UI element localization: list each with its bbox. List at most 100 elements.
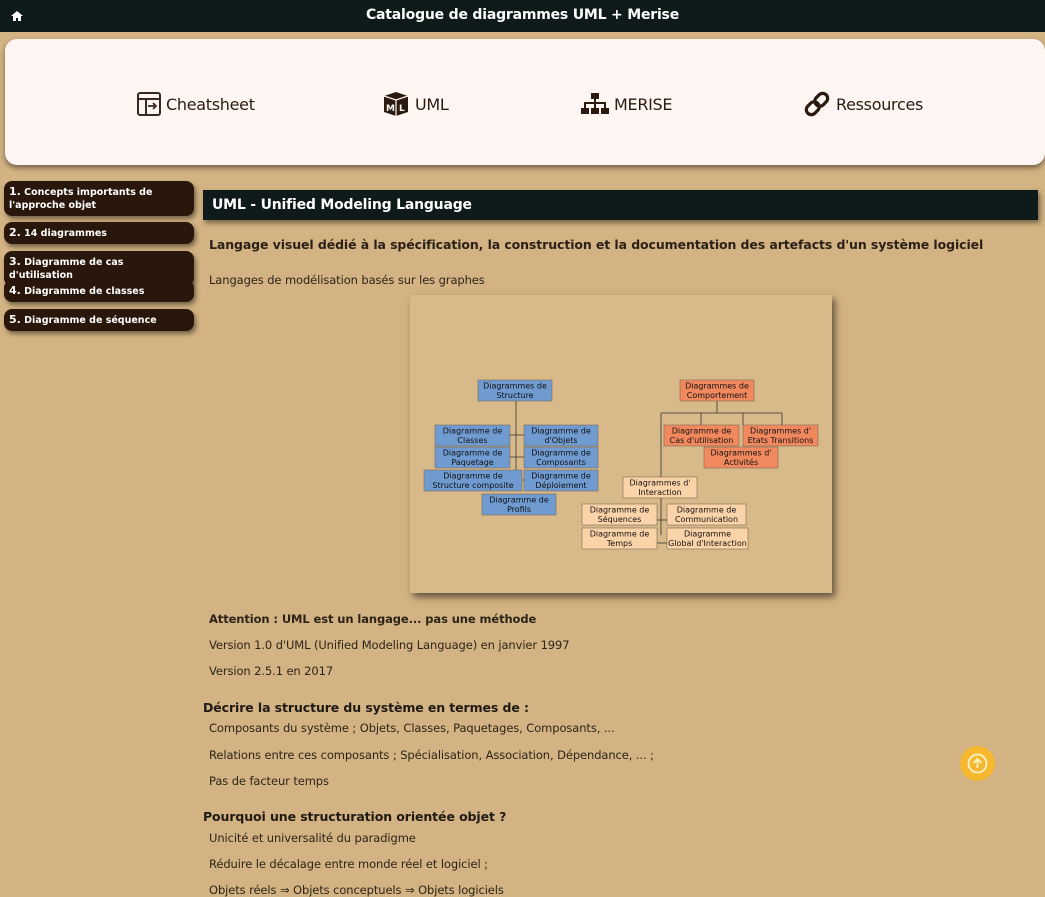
diagram-node-comportement: Diagrammes deComportement (679, 379, 755, 402)
svg-text:Diagramme de: Diagramme de (531, 449, 591, 458)
diagram-node-profils: Diagramme deProfils (481, 493, 557, 516)
nav-uml[interactable]: M L UML (381, 90, 449, 118)
why-item: Objets réels ⇒ Objets conceptuels ⇒ Obje… (209, 883, 504, 897)
sidebar-item-number: 1. (9, 185, 21, 198)
svg-text:Diagramme de: Diagramme de (531, 472, 591, 481)
nav-uml-label: UML (415, 94, 449, 114)
svg-text:Classes: Classes (457, 436, 487, 445)
attention-text: Attention : UML est un langage... pas un… (209, 612, 537, 626)
svg-text:Diagramme de: Diagramme de (590, 506, 650, 515)
svg-text:Structure: Structure (496, 391, 533, 400)
structure-item: Composants du système ; Objets, Classes,… (209, 721, 615, 735)
svg-text:Diagrammes d': Diagrammes d' (629, 479, 690, 488)
diagram-node-temps: Diagramme deTemps (581, 527, 658, 550)
nav-ressources[interactable]: Ressources (802, 90, 923, 118)
diagram-node-classes: Diagramme deClasses (434, 424, 511, 447)
app-title: Catalogue de diagrammes UML + Merise (365, 7, 679, 23)
svg-text:L: L (399, 104, 405, 114)
svg-text:Diagramme de: Diagramme de (443, 472, 503, 481)
nav-ressources-label: Ressources (836, 94, 924, 114)
diagram-node-sequences: Diagramme deSéquences (581, 503, 658, 526)
diagram-node-activites: Diagrammes d'Activités (703, 446, 779, 469)
sidebar-item-label: Concepts importants de l'approche objet (9, 187, 153, 211)
sidebar-item-concepts[interactable]: 1. Concepts importants de l'approche obj… (4, 181, 194, 216)
sidebar-item-label: Diagramme de séquence (24, 315, 157, 326)
svg-text:Diagrammes d': Diagrammes d' (750, 427, 811, 436)
link-icon (804, 91, 830, 117)
svg-text:Diagramme de: Diagramme de (531, 427, 591, 436)
svg-text:Diagramme de: Diagramme de (443, 449, 503, 458)
sidebar-item-label: Diagramme de cas d'utilisation (9, 257, 124, 281)
svg-text:Diagramme de: Diagramme de (672, 427, 732, 436)
nav-merise[interactable]: MERISE (580, 90, 673, 118)
section-title: UML - Unified Modeling Language (203, 190, 1038, 220)
why-heading: Pourquoi une structuration orientée obje… (203, 809, 507, 824)
intro-text: Langages de modélisation basés sur les g… (209, 273, 485, 287)
svg-text:Etats Transitions: Etats Transitions (748, 436, 814, 445)
diagram-node-etats-transitions: Diagrammes d'Etats Transitions (742, 424, 819, 447)
diagram-node-deploiement: Diagramme deDéploiement (523, 469, 599, 492)
structure-item: Relations entre ces composants ; Spécial… (209, 748, 654, 762)
svg-text:Diagramme de: Diagramme de (489, 496, 549, 505)
top-bar: Catalogue de diagrammes UML + Merise (0, 0, 1045, 32)
nav-merise-label: MERISE (614, 94, 673, 114)
version-2-text: Version 2.5.1 en 2017 (209, 664, 334, 678)
scroll-top-button[interactable] (960, 746, 995, 781)
version-1-text: Version 1.0 d'UML (Unified Modeling Lang… (209, 638, 570, 652)
diagram-node-cas-utilisation: Diagramme deCas d'utilisation (663, 424, 740, 447)
diagram-node-composants: Diagramme deComposants (523, 446, 599, 469)
diagram-node-structure: Diagrammes deStructure (477, 379, 553, 402)
diagram-node-interaction: Diagrammes d'Interaction (622, 476, 698, 499)
svg-text:Temps: Temps (606, 539, 633, 548)
sidebar-item-14-diagrammes[interactable]: 2. 14 diagrammes (4, 222, 194, 244)
nav-cheatsheet-label: Cheatsheet (166, 94, 255, 114)
svg-text:Structure composite: Structure composite (432, 481, 513, 490)
sidebar-item-sequence[interactable]: 5. Diagramme de séquence (4, 309, 194, 331)
svg-text:d'Objets: d'Objets (544, 436, 577, 445)
sitemap-icon (581, 93, 609, 114)
svg-text:Diagrammes d': Diagrammes d' (710, 449, 771, 458)
svg-text:Interaction: Interaction (638, 488, 681, 497)
svg-text:Global d'Interaction: Global d'Interaction (668, 539, 747, 548)
uml-cube-icon: M L (383, 92, 409, 116)
diagram-node-structure-composite: Diagramme deStructure composite (423, 469, 523, 492)
svg-text:Diagramme de: Diagramme de (677, 506, 737, 515)
diagram-node-objets: Diagramme ded'Objets (523, 424, 599, 447)
svg-text:Déploiement: Déploiement (535, 480, 586, 490)
why-item: Unicité et universalité du paradigme (209, 831, 416, 845)
svg-text:Communication: Communication (675, 515, 738, 524)
arrow-up-icon (967, 753, 988, 774)
svg-text:Composants: Composants (536, 458, 586, 467)
sidebar-item-number: 5. (9, 313, 21, 326)
structure-heading: Décrire la structure du système en terme… (203, 700, 529, 715)
lead-text: Langage visuel dédié à la spécification,… (209, 237, 984, 252)
sidebar-item-number: 3. (9, 255, 21, 268)
diagram-node-paquetage: Diagramme dePaquetage (434, 446, 511, 469)
svg-text:Comportement: Comportement (687, 391, 748, 400)
why-item: Réduire le décalage entre monde réel et … (209, 857, 488, 871)
diagram-node-communication: Diagramme deCommunication (666, 503, 747, 526)
svg-text:Cas d'utilisation: Cas d'utilisation (670, 436, 734, 445)
svg-text:Diagramme de: Diagramme de (443, 427, 503, 436)
svg-text:Activités: Activités (724, 457, 758, 467)
sidebar-item-number: 2. (9, 226, 21, 239)
structure-item: Pas de facteur temps (209, 774, 329, 788)
nav-cheatsheet[interactable]: Cheatsheet (136, 90, 255, 118)
svg-text:Diagramme de: Diagramme de (590, 530, 650, 539)
svg-text:Diagramme: Diagramme (684, 530, 731, 539)
sidebar-item-number: 4. (9, 284, 21, 297)
svg-text:M: M (386, 104, 395, 114)
sidebar-item-label: 14 diagrammes (24, 228, 107, 239)
svg-text:Séquences: Séquences (598, 514, 642, 524)
uml-diagram-figure: Diagrammes de Structure Diagramme de Classe… (410, 295, 832, 593)
cheatsheet-icon (137, 92, 161, 116)
main-nav: Cheatsheet M L UML MERISE Ressources (5, 39, 1045, 165)
svg-text:Diagrammes de: Diagrammes de (685, 382, 749, 391)
svg-text:Profils: Profils (507, 505, 531, 514)
sidebar-item-label: Diagramme de classes (24, 286, 145, 297)
sidebar-item-classes[interactable]: 4. Diagramme de classes (4, 280, 194, 302)
diagram-node-global-interaction: DiagrammeGlobal d'Interaction (666, 527, 749, 550)
uml-diagram-svg: Diagrammes deStructureDiagramme deClasse… (423, 379, 819, 550)
svg-text:Paquetage: Paquetage (451, 458, 494, 467)
svg-text:Diagrammes de: Diagrammes de (483, 382, 547, 391)
